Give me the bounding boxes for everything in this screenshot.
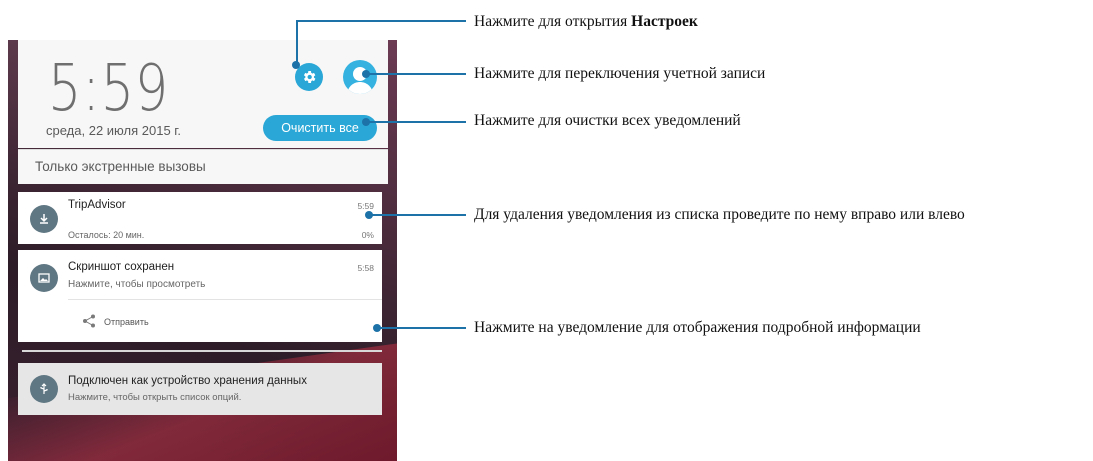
callout-settings: Нажмите для открытия Настроек (474, 12, 698, 31)
notification-subtitle: Нажмите, чтобы открыть список опций. (68, 392, 242, 403)
callout-line-details (378, 327, 466, 329)
notification-title: Подключен как устройство хранения данных (68, 375, 307, 387)
notification-subtitle: Нажмите, чтобы просмотреть (68, 279, 206, 290)
callout-line-swipe (370, 214, 466, 216)
notification-shade: 5:59 среда, 22 июля 2015 г. Очистить все… (8, 40, 397, 461)
clock: 5:59 (48, 52, 170, 126)
callout-clear: Нажмите для очистки всех уведомлений (474, 112, 741, 129)
notification-progress: 0% (361, 230, 374, 240)
account-switch-button[interactable] (343, 60, 377, 94)
notification-title: TripAdvisor (68, 199, 126, 211)
emergency-text: Только экстренные вызовы (35, 159, 206, 174)
notification-usb-storage[interactable]: Подключен как устройство хранения данных… (18, 363, 382, 415)
notification-subtitle: Осталось: 20 мин. (68, 230, 145, 240)
clear-all-button[interactable]: Очистить все (263, 115, 377, 141)
callout-dot-settings (292, 61, 300, 69)
image-icon (38, 273, 50, 283)
notification-icon (30, 264, 58, 292)
callout-line-clear (366, 121, 466, 123)
callout-account: Нажмите для переключения учетной записи (474, 65, 766, 82)
notification-divider (68, 299, 382, 300)
user-avatar-icon (347, 67, 373, 94)
notification-icon (30, 375, 58, 403)
section-divider (22, 350, 382, 352)
callout-dot-swipe (365, 211, 373, 219)
usb-icon (40, 383, 48, 394)
notification-title: Скриншот сохранен (68, 261, 175, 273)
notification-screenshot[interactable]: Скриншот сохранен Нажмите, чтобы просмот… (18, 250, 382, 342)
emergency-calls-bar: Только экстренные вызовы (18, 149, 388, 184)
callout-swipe: Для удаления уведомления из списка прове… (474, 206, 965, 223)
callout-dot-clear (362, 118, 370, 126)
share-label: Отправить (104, 317, 149, 327)
callout-line-settings (296, 20, 466, 22)
notification-icon (30, 205, 58, 233)
callout-dot-details (373, 324, 381, 332)
callout-settings-text: Нажмите для открытия (474, 13, 632, 30)
notification-tripadvisor[interactable]: TripAdvisor Осталось: 20 мин. 5:59 0% (18, 192, 382, 244)
callout-line-settings-vertical (296, 20, 298, 62)
date: среда, 22 июля 2015 г. (46, 123, 182, 138)
gear-icon (303, 71, 316, 83)
quick-header: 5:59 среда, 22 июля 2015 г. Очистить все (18, 40, 388, 148)
notification-time: 5:59 (357, 201, 374, 211)
callout-settings-bold: Настроек (631, 13, 698, 30)
notification-time: 5:58 (357, 263, 374, 273)
callout-details: Нажмите на уведомление для отображения п… (474, 319, 921, 336)
storage-content: Подключен как устройство хранения данных… (18, 363, 382, 415)
download-icon (40, 214, 48, 224)
callout-dot-account (362, 70, 370, 78)
callout-line-account (366, 73, 466, 75)
share-icon (83, 314, 95, 328)
